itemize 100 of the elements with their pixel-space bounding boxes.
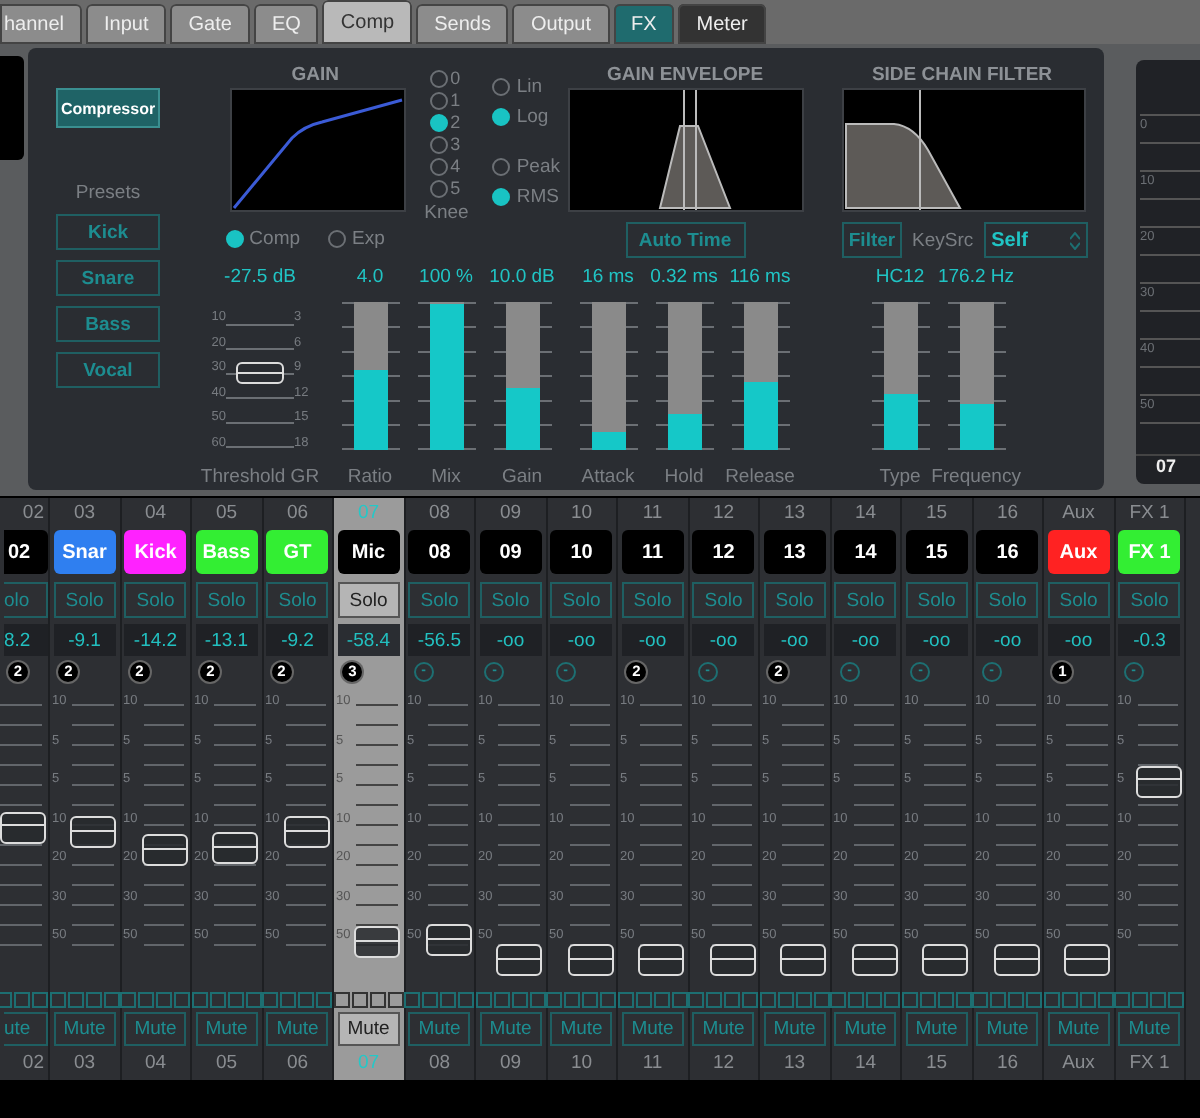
- solo-button[interactable]: Solo: [124, 582, 187, 618]
- tab[interactable]: Input: [86, 4, 167, 44]
- mute-button[interactable]: Mute: [621, 1012, 684, 1046]
- fader-handle[interactable]: [70, 816, 116, 849]
- key-source-dropdown[interactable]: Self: [983, 222, 1088, 258]
- presets-label: Presets: [75, 182, 141, 204]
- fader-handle[interactable]: [0, 811, 46, 844]
- radio-button[interactable]: [430, 135, 449, 153]
- radio-button[interactable]: [430, 113, 449, 131]
- tab[interactable]: Meter: [678, 4, 766, 44]
- value-readout: 100 %: [419, 266, 473, 292]
- radio-button[interactable]: [328, 230, 347, 248]
- solo-button[interactable]: Solo: [479, 582, 542, 618]
- fader-handle[interactable]: [1135, 765, 1181, 798]
- tab[interactable]: FX: [613, 4, 675, 44]
- mute-button[interactable]: Mute: [124, 1012, 187, 1046]
- fader-handle[interactable]: [638, 944, 684, 977]
- mute-button[interactable]: ute: [4, 1012, 48, 1046]
- mute-button[interactable]: Mute: [337, 1012, 400, 1046]
- radio-button[interactable]: [430, 157, 449, 175]
- tab[interactable]: Output: [512, 4, 609, 44]
- fader-handle[interactable]: [425, 924, 471, 957]
- level-slider[interactable]: [959, 302, 993, 450]
- preset-button[interactable]: Kick: [56, 214, 160, 250]
- mute-button[interactable]: Mute: [976, 1012, 1039, 1046]
- fader-handle[interactable]: [283, 816, 329, 849]
- level-slider[interactable]: [591, 302, 625, 450]
- fader-handle[interactable]: [993, 944, 1039, 977]
- fader-handle[interactable]: [212, 832, 258, 865]
- radio-button[interactable]: [430, 69, 449, 87]
- compressor-button[interactable]: Compressor: [56, 88, 160, 128]
- solo-button[interactable]: Solo: [976, 582, 1039, 618]
- level-readout: -oo: [479, 624, 542, 656]
- radio-button[interactable]: [492, 188, 511, 206]
- solo-button[interactable]: Solo: [692, 582, 755, 618]
- mute-button[interactable]: Mute: [692, 1012, 755, 1046]
- solo-button[interactable]: olo: [4, 582, 48, 618]
- solo-button[interactable]: Solo: [266, 582, 329, 618]
- level-readout: -0.3: [1118, 624, 1181, 656]
- mute-button[interactable]: Mute: [53, 1012, 116, 1046]
- mute-button[interactable]: Mute: [408, 1012, 471, 1046]
- solo-button[interactable]: Solo: [337, 582, 400, 618]
- mute-button[interactable]: Mute: [905, 1012, 968, 1046]
- mute-button[interactable]: Mute: [479, 1012, 542, 1046]
- solo-button[interactable]: Solo: [195, 582, 258, 618]
- radio-label: Lin: [516, 76, 543, 98]
- auto-time-button[interactable]: Auto Time: [625, 222, 745, 258]
- radio-label: Exp: [352, 228, 385, 250]
- channel-number: 14: [854, 500, 877, 528]
- radio-button[interactable]: [492, 78, 511, 96]
- mute-button[interactable]: Mute: [763, 1012, 826, 1046]
- solo-button[interactable]: Solo: [1047, 582, 1110, 618]
- tab[interactable]: hannel: [0, 4, 83, 44]
- radio-button[interactable]: [430, 179, 449, 197]
- section-title: SIDE CHAIN FILTER: [869, 64, 1055, 88]
- mute-button[interactable]: Mute: [266, 1012, 329, 1046]
- preset-button[interactable]: Snare: [56, 260, 160, 296]
- preset-button[interactable]: Bass: [56, 306, 160, 342]
- fader-handle[interactable]: [354, 926, 400, 959]
- solo-button[interactable]: Solo: [1118, 582, 1181, 618]
- radio-button[interactable]: [225, 230, 244, 248]
- fader-handle[interactable]: [567, 944, 613, 977]
- channel-number: 05: [215, 1050, 238, 1078]
- channel-name-label: Bass: [195, 530, 258, 574]
- solo-button[interactable]: Solo: [408, 582, 471, 618]
- tab[interactable]: Gate: [170, 4, 250, 44]
- filter-button[interactable]: Filter: [842, 222, 902, 258]
- tab[interactable]: Comp: [322, 0, 413, 44]
- solo-button[interactable]: Solo: [834, 582, 897, 618]
- channel-number: 07: [357, 500, 380, 528]
- mute-button[interactable]: Mute: [1118, 1012, 1181, 1046]
- solo-button[interactable]: Solo: [905, 582, 968, 618]
- solo-button[interactable]: Solo: [763, 582, 826, 618]
- preset-button[interactable]: Vocal: [56, 352, 160, 388]
- fader-handle[interactable]: [851, 944, 897, 977]
- channel-number: FX 1: [1129, 500, 1170, 528]
- mute-button[interactable]: Mute: [834, 1012, 897, 1046]
- level-slider[interactable]: [743, 302, 777, 450]
- fader-handle[interactable]: [236, 362, 284, 384]
- fader-handle[interactable]: [709, 944, 755, 977]
- level-slider[interactable]: [883, 302, 917, 450]
- level-slider[interactable]: [505, 302, 539, 450]
- fader-handle[interactable]: [922, 944, 968, 977]
- level-slider[interactable]: [353, 302, 387, 450]
- fader-handle[interactable]: [780, 944, 826, 977]
- mute-button[interactable]: Mute: [550, 1012, 613, 1046]
- mute-button[interactable]: Mute: [195, 1012, 258, 1046]
- mute-button[interactable]: Mute: [1047, 1012, 1110, 1046]
- solo-button[interactable]: Solo: [53, 582, 116, 618]
- radio-button[interactable]: [430, 91, 449, 109]
- fader-handle[interactable]: [1064, 944, 1110, 977]
- level-slider[interactable]: [667, 302, 701, 450]
- radio-button[interactable]: [492, 158, 511, 176]
- radio-button[interactable]: [492, 108, 511, 126]
- fader-handle[interactable]: [141, 834, 187, 867]
- tab[interactable]: Sends: [416, 4, 509, 44]
- solo-button[interactable]: Solo: [550, 582, 613, 618]
- fader-handle[interactable]: [496, 944, 542, 977]
- tab[interactable]: EQ: [253, 4, 319, 44]
- solo-button[interactable]: Solo: [621, 582, 684, 618]
